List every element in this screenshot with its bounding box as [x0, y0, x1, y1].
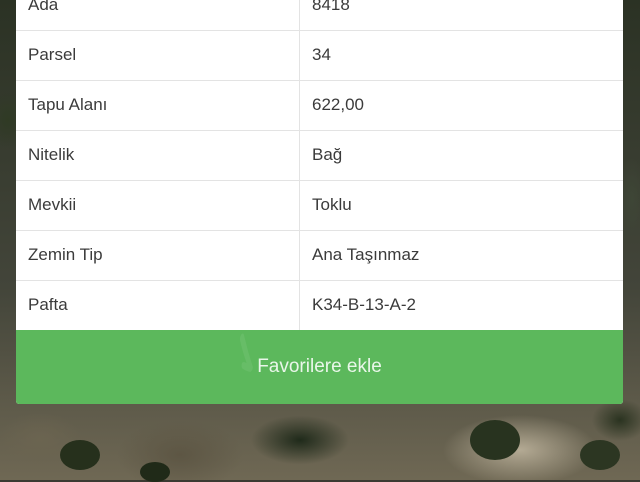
parcel-info-panel: Ada 8418 Parsel 34 Tapu Alanı 622,00 Nit… — [16, 0, 623, 404]
info-row-nitelik: Nitelik Bağ — [16, 130, 623, 180]
row-value: 8418 — [312, 0, 350, 14]
map-tree-cluster — [470, 420, 520, 460]
map-tree-cluster — [60, 440, 100, 470]
map-tree-cluster — [580, 440, 620, 470]
row-value: K34-B-13-A-2 — [312, 295, 416, 315]
row-label: Tapu Alanı — [16, 80, 300, 130]
row-label: Parsel — [16, 30, 300, 80]
info-row-parsel: Parsel 34 — [16, 30, 623, 80]
row-label: Ada — [16, 0, 300, 30]
row-value: 622,00 — [312, 95, 364, 114]
row-label: Mevkii — [16, 180, 300, 230]
add-to-favorites-button[interactable]: Favorilere ekle — [16, 330, 623, 404]
row-label: Pafta — [16, 280, 300, 330]
parcel-info-table: Ada 8418 Parsel 34 Tapu Alanı 622,00 Nit… — [16, 0, 623, 330]
row-value: Bağ — [312, 145, 343, 164]
info-row-mevkii: Mevkii Toklu — [16, 180, 623, 230]
info-row-pafta: Pafta K34-B-13-A-2 — [16, 280, 623, 330]
info-row-tapu-alani: Tapu Alanı 622,00 — [16, 80, 623, 130]
row-value: 34 — [312, 45, 331, 64]
row-label: Zemin Tip — [16, 230, 300, 280]
row-value: Toklu — [312, 195, 352, 214]
info-row-zemin-tip: Zemin Tip Ana Taşınmaz — [16, 230, 623, 280]
map-tree-cluster — [140, 462, 170, 482]
info-row-ada: Ada 8418 — [16, 0, 623, 30]
row-value: Ana Taşınmaz — [312, 245, 420, 264]
row-label: Nitelik — [16, 130, 300, 180]
